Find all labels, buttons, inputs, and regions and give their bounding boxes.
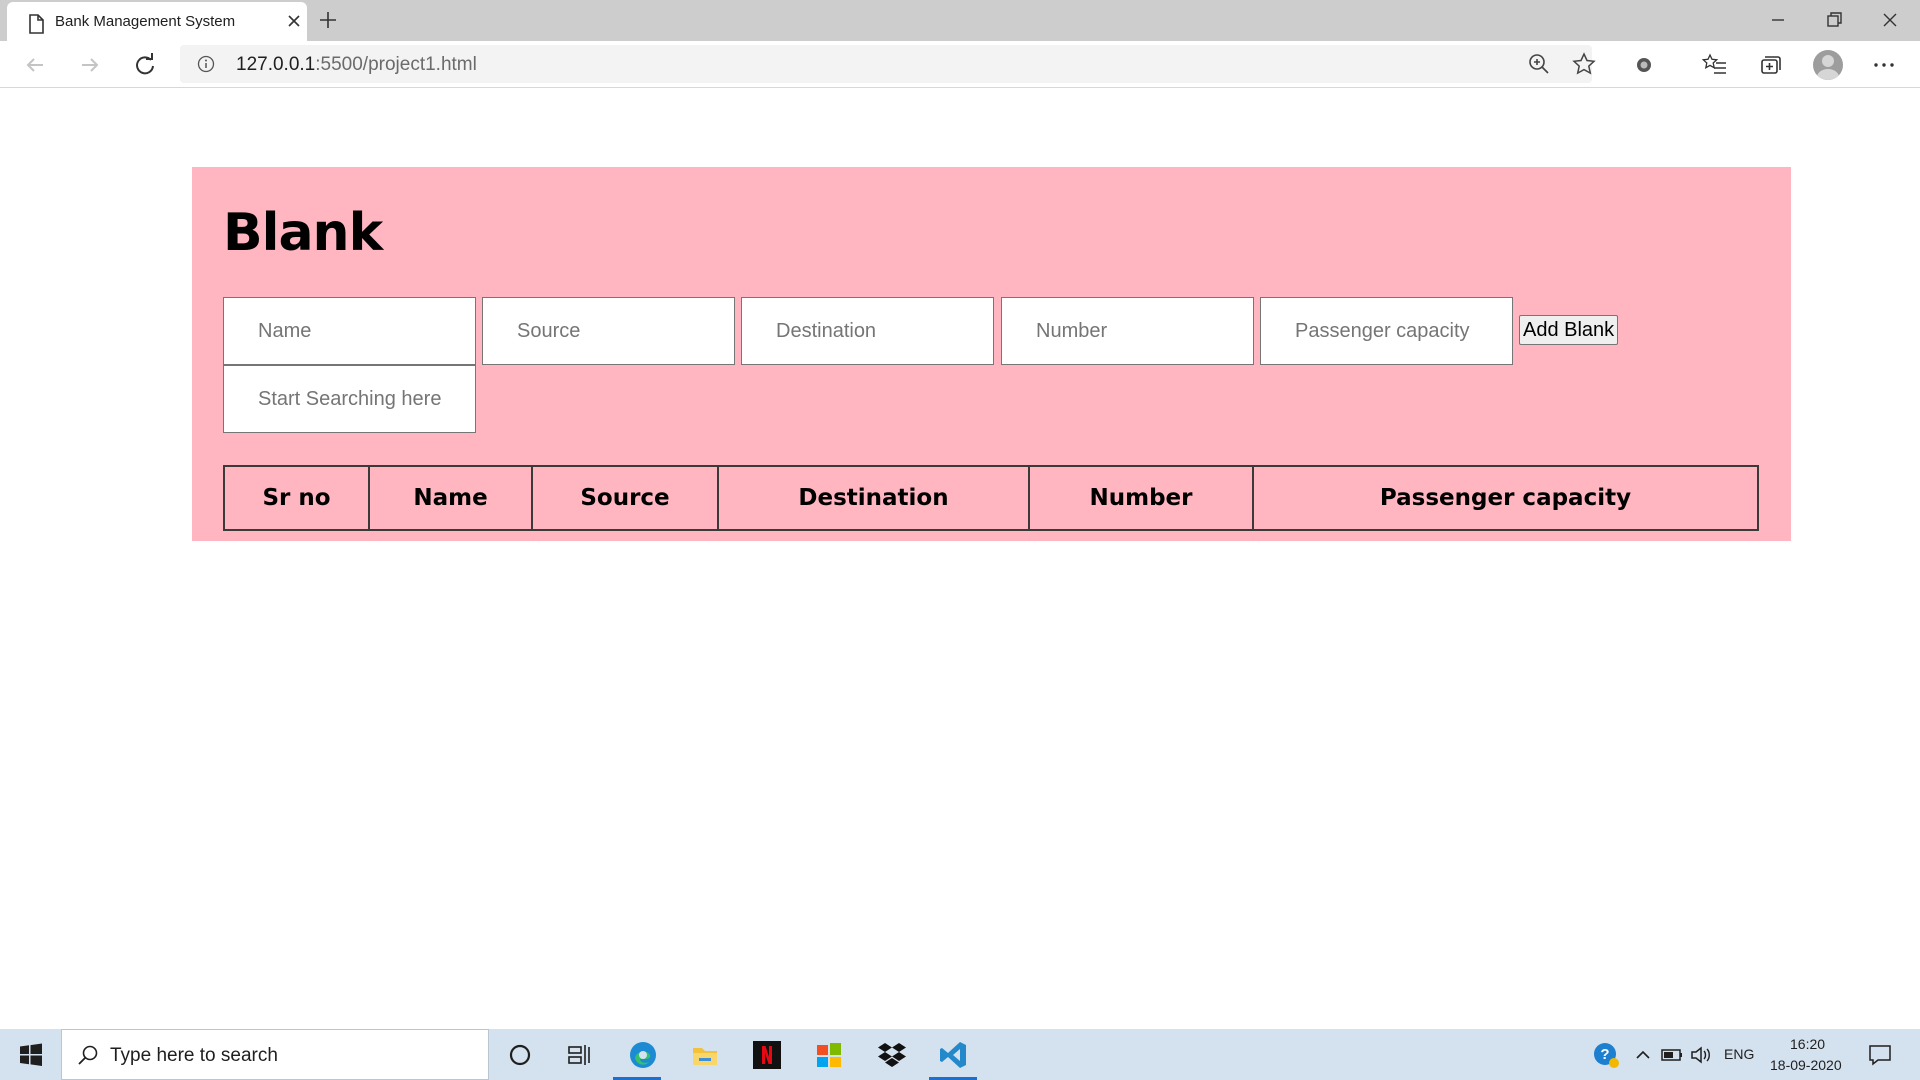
document-icon [29,14,44,34]
taskbar: Type here to search ? ENG 16:20 18-09-20… [0,1029,1920,1080]
language-indicator[interactable]: ENG [1724,1046,1754,1062]
restore-icon[interactable] [1822,8,1846,32]
header-number: Number [1028,465,1254,531]
header-destination: Destination [717,465,1030,531]
results-table: Sr no Name Source Destination Number Pas… [223,465,1759,531]
close-tab-icon[interactable] [286,13,302,29]
url-path: :5500/project1.html [315,54,477,75]
svg-text:?: ? [1600,1046,1609,1063]
help-icon[interactable]: ? [1590,1039,1622,1071]
windows-start-icon[interactable] [15,1039,47,1071]
forward-arrow-icon[interactable] [76,51,104,79]
search-input[interactable] [223,365,476,433]
info-icon[interactable] [197,55,215,73]
tab-title: Bank Management System [55,13,236,30]
browser-toolbar: 127.0.0.1:5500/project1.html [0,41,1920,88]
search-icon [78,1045,98,1065]
url-host: 127.0.0.1 [236,54,316,75]
source-input[interactable] [482,297,735,365]
taskbar-search-text: Type here to search [110,1045,278,1066]
profile-avatar[interactable] [1813,50,1843,80]
edge-browser-icon[interactable] [627,1039,659,1071]
zoom-icon[interactable] [1525,50,1553,78]
vscode-icon[interactable] [937,1039,969,1071]
page-title: Blank [223,203,383,263]
header-passenger-capacity: Passenger capacity [1252,465,1759,531]
netflix-icon[interactable] [751,1039,783,1071]
refresh-icon[interactable] [131,51,159,79]
battery-icon[interactable] [1656,1039,1688,1071]
url-text[interactable]: 127.0.0.1:5500/project1.html [236,54,477,76]
destination-input[interactable] [741,297,994,365]
passenger-capacity-input[interactable] [1260,297,1513,365]
clock-time[interactable]: 16:20 [1790,1036,1825,1052]
cortana-icon[interactable] [504,1039,536,1071]
add-blank-button[interactable]: Add Blank [1519,315,1619,345]
back-arrow-icon[interactable] [21,51,49,79]
extension-icon[interactable] [1630,51,1658,79]
show-hidden-icons-chevron-icon[interactable] [1627,1039,1659,1071]
name-input[interactable] [223,297,476,365]
table-header-row: Sr no Name Source Destination Number Pas… [223,465,1759,531]
task-view-icon[interactable] [564,1039,596,1071]
browser-tab-strip: Bank Management System [0,0,1920,41]
header-source: Source [531,465,719,531]
header-sr-no: Sr no [223,465,370,531]
close-window-icon[interactable] [1878,8,1902,32]
header-name: Name [368,465,533,531]
dropbox-icon[interactable] [876,1039,908,1071]
microsoft-store-icon[interactable] [813,1039,845,1071]
notifications-icon[interactable] [1864,1039,1896,1071]
favorites-list-icon[interactable] [1701,51,1729,79]
number-input[interactable] [1001,297,1254,365]
collections-icon[interactable] [1756,51,1784,79]
volume-icon[interactable] [1685,1039,1717,1071]
new-tab-icon[interactable] [316,8,340,32]
clock-date[interactable]: 18-09-2020 [1770,1057,1842,1073]
file-explorer-icon[interactable] [689,1039,721,1071]
main-panel: Blank Add Blank Sr no Name Source Destin… [192,167,1791,541]
taskbar-search-box[interactable]: Type here to search [61,1029,489,1080]
favorite-star-icon[interactable] [1570,50,1598,78]
browser-tab[interactable]: Bank Management System [7,2,307,41]
more-options-icon[interactable] [1870,51,1898,79]
minimize-icon[interactable] [1766,8,1790,32]
address-bar[interactable]: 127.0.0.1:5500/project1.html [180,45,1596,83]
